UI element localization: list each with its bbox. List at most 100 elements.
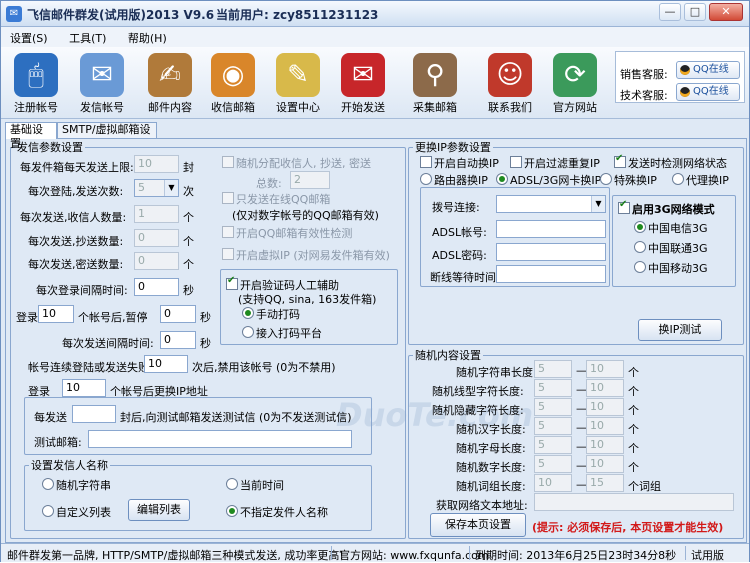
mouse-icon: 🖱 [14, 53, 58, 97]
random-min-input[interactable]: 5 [534, 455, 572, 473]
random-max-input[interactable]: 10 [586, 417, 624, 435]
auto-ip-checkbox[interactable]: 开启自动换IP [420, 155, 499, 171]
bcc-input[interactable]: 0 [134, 252, 179, 270]
mail-content-button[interactable]: ✍ 邮件内容 [137, 53, 203, 115]
random-row-label: 随机隐藏字符长度: [432, 404, 524, 417]
register-account-button[interactable]: 🖱 注册帐号 [3, 53, 69, 115]
total-input[interactable]: 2 [290, 171, 330, 189]
virtual-ip-checkbox[interactable]: 开启虚拟IP (对网易发件箱有效) [222, 247, 390, 263]
website-icon: ⟳ [553, 53, 597, 97]
bcc-unit: 个 [183, 258, 194, 271]
envelope-icon: ✉ [80, 53, 124, 97]
fetch-url-input[interactable] [534, 493, 734, 511]
adsl-account-input[interactable] [496, 220, 606, 238]
start-send-button[interactable]: ✉ 开始发送 [330, 53, 396, 115]
official-site-button[interactable]: ⟳ 官方网站 [542, 53, 608, 115]
random-min-input[interactable]: 5 [534, 360, 572, 378]
sender-time-radio[interactable]: 当前时间 [226, 477, 284, 493]
status-slogan: 邮件群发第一品牌, HTTP/SMTP/虚拟邮箱三种模式发送, 成功率更高! [7, 549, 344, 562]
test-mail-count-input[interactable] [72, 405, 116, 423]
menu-tools[interactable]: 工具(T) [60, 27, 115, 49]
tab-smtp-settings[interactable]: SMTP/虚拟邮箱设置 [57, 122, 157, 150]
menu-bar: 设置(S) 工具(T) 帮助(H) [1, 27, 749, 47]
send-params-legend: 发信参数设置 [17, 141, 83, 154]
pause-count-input[interactable]: 10 [38, 305, 74, 323]
save-settings-button[interactable]: 保存本页设置 [430, 513, 526, 537]
send-interval-input[interactable]: 0 [160, 331, 196, 349]
sender-custom-radio[interactable]: 自定义列表 [42, 504, 111, 520]
check-net-checkbox[interactable]: 发送时检测网络状态 [614, 153, 727, 171]
cc-input[interactable]: 0 [134, 229, 179, 247]
random-max-input[interactable]: 10 [586, 379, 624, 397]
proxy-ip-radio[interactable]: 代理换IP [672, 172, 729, 188]
contact-us-button[interactable]: ☺ 联系我们 [477, 53, 543, 115]
pause-input[interactable]: 0 [160, 305, 196, 323]
menu-settings[interactable]: 设置(S) [1, 27, 57, 49]
filter-dup-checkbox[interactable]: 开启过滤重复IP [510, 155, 600, 171]
sales-qq-button[interactable]: QQ在线 [676, 61, 740, 79]
ip-params-legend: 更换IP参数设置 [415, 141, 491, 154]
mode-3g-checkbox[interactable]: 启用3G网络模式 [618, 199, 715, 217]
sender-random-radio[interactable]: 随机字符串 [42, 477, 111, 493]
telecom-3g-radio[interactable]: 中国电信3G [634, 220, 708, 236]
wait-input[interactable] [496, 265, 606, 283]
ip-test-button[interactable]: 换IP测试 [638, 319, 722, 341]
window-title: 飞信邮件群发(试用版)2013 V9.6 [27, 8, 215, 22]
random-min-input[interactable]: 10 [534, 474, 572, 492]
random-recipients-checkbox[interactable]: 随机分配收信人, 抄送, 密送 [222, 155, 371, 171]
minimize-button[interactable]: — [659, 3, 681, 21]
random-max-input[interactable]: 15 [586, 474, 624, 492]
adsl-ip-radio[interactable]: ADSL/3G网卡换IP [496, 172, 601, 188]
send-times-select[interactable]: 5 ▼ [134, 179, 179, 197]
tech-qq-button[interactable]: QQ在线 [676, 83, 740, 101]
status-site[interactable]: 官方网站: www.fxqunfa.com [339, 547, 489, 563]
random-max-input[interactable]: 10 [586, 398, 624, 416]
random-max-input[interactable]: 10 [586, 436, 624, 454]
random-max-input[interactable]: 10 [586, 455, 624, 473]
test-mail-addr-input[interactable] [88, 430, 352, 448]
fail-input[interactable]: 10 [144, 355, 188, 373]
collect-mailbox-button[interactable]: ⚲ 采集邮箱 [402, 53, 468, 115]
captcha-manual-radio[interactable]: 手动打码 [242, 306, 300, 322]
ip-change-input[interactable]: 10 [62, 379, 106, 397]
unicom-3g-radio[interactable]: 中国联通3G [634, 240, 708, 256]
qq-valid-checkbox[interactable]: 开启QQ邮箱有效性检测 [222, 225, 352, 241]
random-unit: 个 [628, 423, 639, 436]
random-min-input[interactable]: 5 [534, 417, 572, 435]
dial-select[interactable]: ▼ [496, 195, 606, 213]
status-expire: 到期时间: 2013年6月25日23时34分8秒 [475, 549, 677, 562]
maximize-button[interactable]: □ [684, 3, 706, 21]
only-qq-checkbox[interactable]: 只发送在线QQ邮箱 [222, 191, 330, 207]
random-unit: 个词组 [628, 480, 661, 493]
test-mail-suffix: 封后,向测试邮箱发送测试信 (0为不发送测试信) [120, 411, 352, 424]
sender-unspecified-radio[interactable]: 不指定发件人名称 [226, 504, 328, 520]
random-min-input[interactable]: 5 [534, 436, 572, 454]
adsl-pwd-label: ADSL密码: [432, 249, 487, 262]
settings-center-button[interactable]: ✎ 设置中心 [265, 53, 331, 115]
sender-account-button[interactable]: ✉ 发信帐号 [69, 53, 135, 115]
login-interval-input[interactable]: 0 [134, 278, 179, 296]
test-mail-prefix: 每发送 [34, 411, 67, 424]
recipient-mailbox-button[interactable]: ◉ 收信邮箱 [200, 53, 266, 115]
fail-label: 帐号连续登陆或发送失败 [28, 361, 149, 374]
special-ip-radio[interactable]: 特殊换IP [600, 172, 657, 188]
daily-limit-input[interactable]: 10 [134, 155, 179, 173]
mobile-3g-radio[interactable]: 中国移动3G [634, 260, 708, 276]
tab-basic-settings[interactable]: 基础设置 [5, 122, 57, 150]
current-user: 当前用户: zcy8511231123 [216, 8, 379, 22]
edit-list-button[interactable]: 编辑列表 [128, 499, 190, 521]
router-ip-radio[interactable]: 路由器换IP [420, 172, 488, 188]
adsl-pwd-input[interactable] [496, 243, 606, 261]
random-max-input[interactable]: 10 [586, 360, 624, 378]
save-hint: (提示: 必须保存后, 本页设置才能生效) [532, 521, 724, 534]
random-min-input[interactable]: 5 [534, 379, 572, 397]
random-unit: 个 [628, 442, 639, 455]
random-min-input[interactable]: 5 [534, 398, 572, 416]
captcha-platform-radio[interactable]: 接入打码平台 [242, 325, 322, 341]
close-button[interactable]: ✕ [709, 3, 743, 21]
recipients-input[interactable]: 1 [134, 205, 179, 223]
menu-help[interactable]: 帮助(H) [119, 27, 176, 49]
people-icon: ☺ [488, 53, 532, 97]
status-divider [685, 546, 686, 560]
random-unit: 个 [628, 404, 639, 417]
